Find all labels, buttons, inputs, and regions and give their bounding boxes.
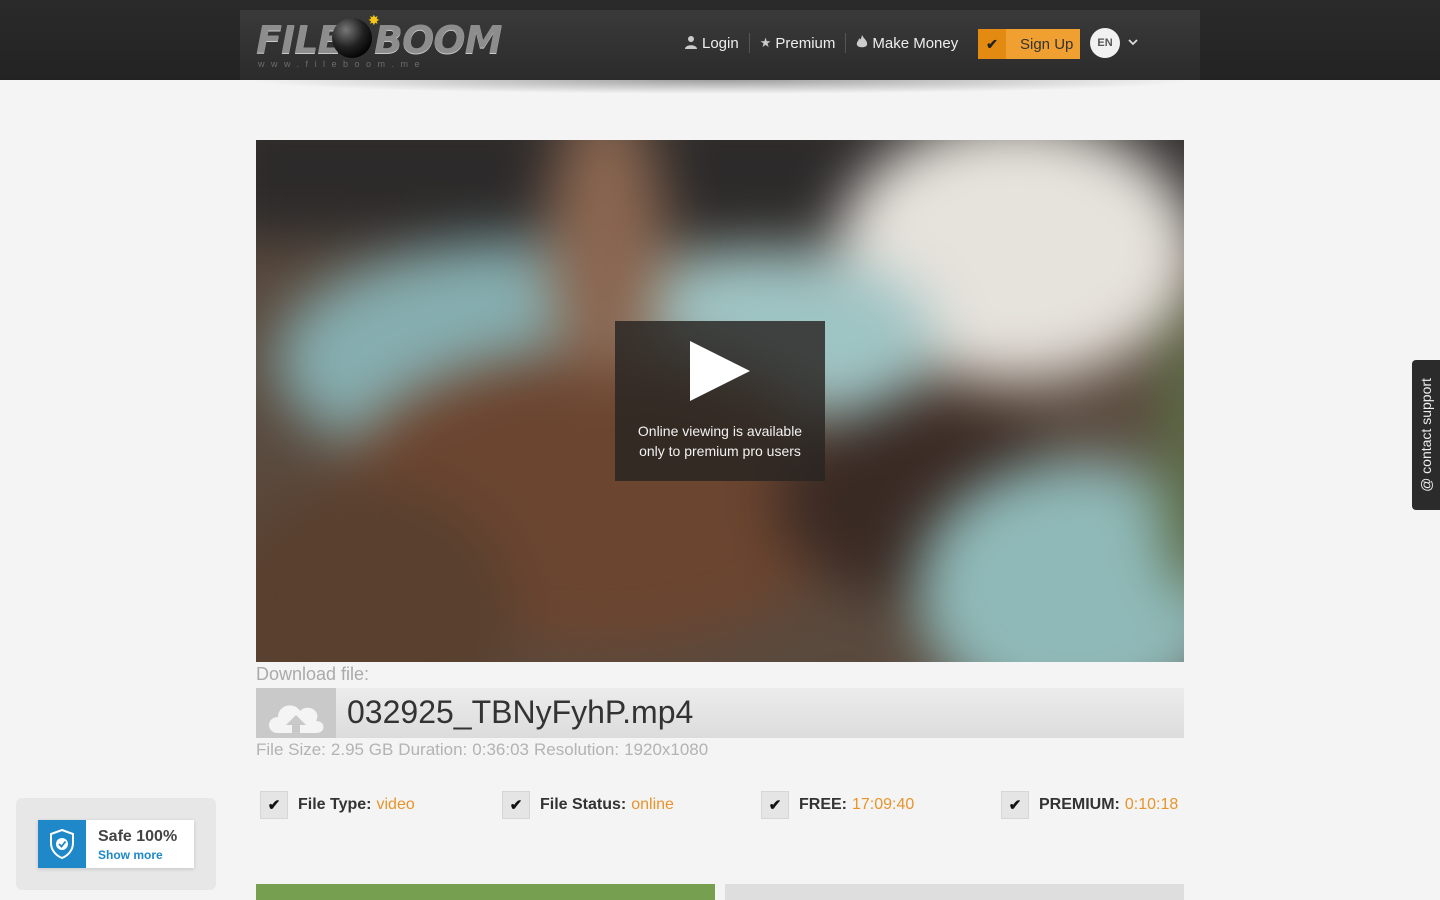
contact-support-label: @ contact support [1418, 378, 1434, 492]
premium-link[interactable]: ★ Premium [760, 35, 836, 52]
premium-download-button[interactable] [725, 884, 1184, 900]
contact-support-tab[interactable]: @ contact support [1412, 360, 1440, 510]
nav-divider [748, 33, 750, 53]
duration-label: Duration: [398, 740, 468, 759]
safe-badge[interactable]: Safe 100% Show more [38, 820, 194, 868]
stat-label: File Status: [540, 796, 627, 813]
language-selector[interactable]: EN [1090, 28, 1120, 58]
file-size-value: 2.95 GB [330, 740, 394, 759]
free-download-button[interactable] [256, 884, 715, 900]
stat-value: 17:09:40 [852, 796, 915, 813]
signup-label: Sign Up [1020, 35, 1074, 53]
duration-value: 0:36:03 [472, 740, 530, 759]
check-icon: ✔ [1001, 791, 1029, 819]
logo-url: www.fileboom.me [258, 59, 427, 69]
check-icon: ✔ [502, 791, 530, 819]
header-shadow [240, 80, 1200, 94]
safe-badge-title: Safe 100% [98, 828, 178, 845]
premium-notice: Online viewing is available only to prem… [615, 421, 825, 461]
file-metadata: File Size: 2.95 GB Duration: 0:36:03 Resolut… [256, 740, 708, 760]
stat-free-time: ✔ FREE: 17:09:40 [761, 791, 914, 819]
flame-icon [856, 34, 868, 52]
signup-button[interactable]: ✔ Sign Up [978, 29, 1080, 59]
play-icon[interactable] [690, 341, 750, 401]
stat-premium-time: ✔ PREMIUM: 0:10:18 [1001, 791, 1178, 819]
show-more-link[interactable]: Show more [98, 848, 163, 862]
star-icon: ★ [759, 35, 772, 50]
stat-value: online [631, 796, 674, 813]
make-money-label: Make Money [872, 34, 959, 52]
file-size-label: File Size: [256, 740, 326, 759]
resolution-value: 1920x1080 [624, 740, 709, 759]
logo-word-boom: BOOM [374, 18, 502, 62]
stat-value: video [376, 796, 415, 813]
stat-label: FREE: [799, 796, 847, 813]
nav-divider [845, 33, 847, 53]
file-name: 032925_TBNyFyhP.mp4 [347, 694, 694, 730]
make-money-link[interactable]: Make Money [856, 34, 959, 52]
user-icon [684, 35, 698, 52]
premium-label: Premium [775, 34, 836, 52]
check-icon: ✔ [260, 791, 288, 819]
file-name-bar: 032925_TBNyFyhP.mp4 [256, 688, 1184, 738]
notice-line-1: Online viewing is available [637, 423, 803, 439]
main-nav: Login ★ Premium Make Money [684, 30, 958, 56]
logo-word-file: FILE [256, 18, 343, 62]
notice-line-2: only to premium pro users [639, 443, 801, 459]
stat-file-type: ✔ File Type: video [260, 791, 415, 819]
bomb-icon [332, 18, 372, 58]
download-label: Download file: [256, 664, 370, 684]
cloud-upload-icon [256, 688, 336, 738]
check-icon: ✔ [978, 29, 1006, 59]
stat-label: PREMIUM: [1039, 796, 1120, 813]
shield-check-icon [38, 820, 86, 868]
stat-file-status: ✔ File Status: online [502, 791, 674, 819]
stat-value: 0:10:18 [1124, 796, 1179, 813]
play-overlay[interactable]: Online viewing is available only to prem… [615, 321, 825, 481]
stat-label: File Type: [298, 796, 372, 813]
chevron-down-icon[interactable] [1128, 35, 1138, 49]
video-preview[interactable]: Online viewing is available only to prem… [256, 140, 1184, 662]
resolution-label: Resolution: [534, 740, 620, 759]
login-link[interactable]: Login [684, 35, 739, 52]
check-icon: ✔ [761, 791, 789, 819]
login-label: Login [702, 34, 739, 52]
site-logo[interactable]: FILE ✸ BOOM www.fileboom.me [256, 12, 502, 72]
